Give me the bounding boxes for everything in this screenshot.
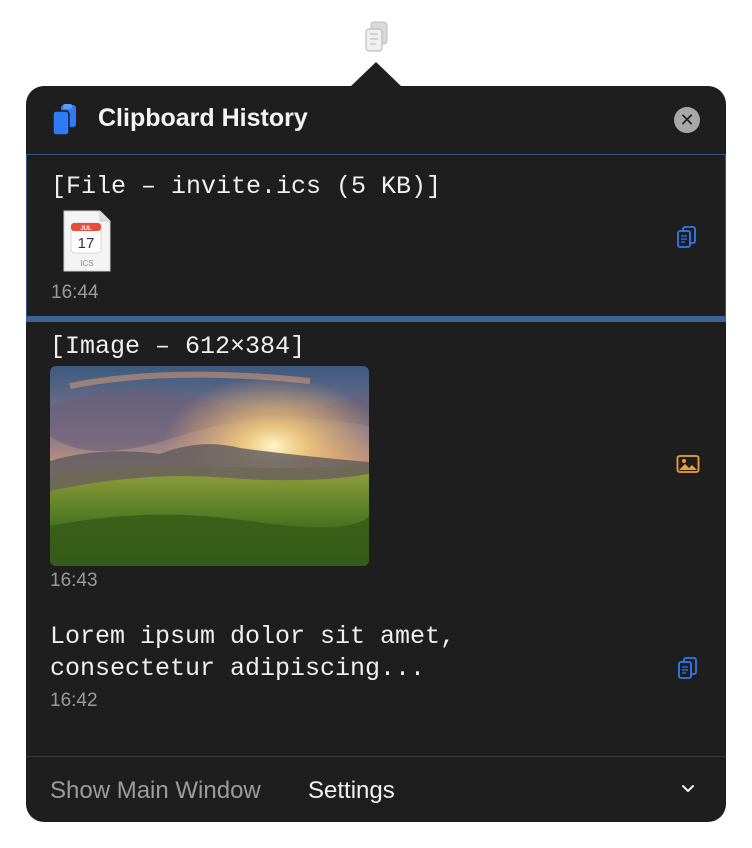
- item-label: [Image – 612×384]: [50, 332, 306, 361]
- item-time: 16:43: [50, 570, 98, 591]
- clipboard-popover: Clipboard History ✕ [File – invite.ics (…: [26, 86, 726, 822]
- clipboard-item-text[interactable]: Lorem ipsum dolor sit amet, consectetur …: [26, 612, 726, 722]
- clipboard-menubar-icon[interactable]: [362, 20, 392, 54]
- popover-arrow: [350, 62, 402, 87]
- item-time: 16:44: [51, 282, 99, 303]
- chevron-down-icon[interactable]: [680, 781, 696, 797]
- clipboard-app-icon: [52, 104, 76, 136]
- settings-button[interactable]: Settings: [308, 777, 395, 805]
- image-thumbnail: [50, 366, 369, 566]
- copy-icon[interactable]: [675, 225, 699, 249]
- copy-icon[interactable]: [676, 656, 700, 680]
- popover-header: Clipboard History ✕: [26, 86, 726, 155]
- close-button[interactable]: ✕: [674, 107, 700, 133]
- clipboard-item-file[interactable]: [File – invite.ics (5 KB)] JUL 17 ICS 16…: [26, 154, 726, 318]
- item-time: 16:42: [50, 690, 98, 711]
- show-main-window-button[interactable]: Show Main Window: [50, 777, 261, 805]
- item-label-line1: Lorem ipsum dolor sit amet,: [50, 622, 456, 651]
- popover-footer: Show Main Window Settings: [26, 756, 726, 822]
- ics-file-icon: JUL 17 ICS: [63, 210, 111, 272]
- close-icon: ✕: [679, 110, 695, 130]
- item-label: [File – invite.ics (5 KB)]: [51, 172, 442, 201]
- ics-month: JUL: [80, 226, 92, 232]
- ics-day: 17: [78, 235, 95, 252]
- item-label-line2: consectetur adipiscing...: [50, 654, 426, 683]
- ics-ext: ICS: [80, 259, 93, 268]
- image-icon[interactable]: [676, 452, 700, 476]
- popover-title: Clipboard History: [98, 104, 308, 132]
